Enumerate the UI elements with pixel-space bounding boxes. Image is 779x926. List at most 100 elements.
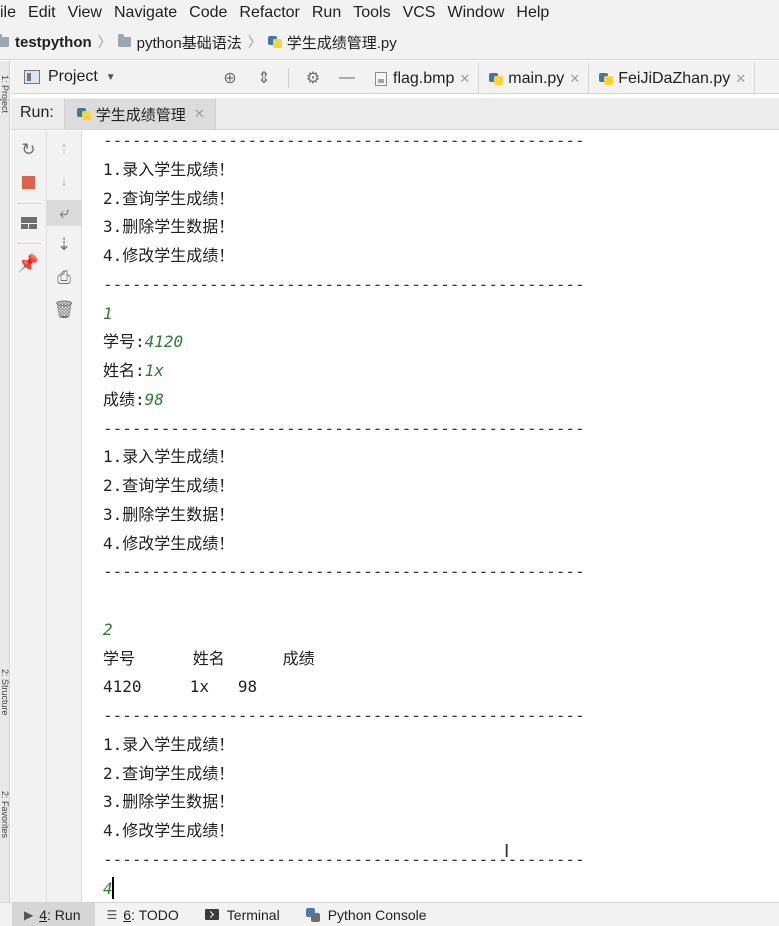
tool-window-run-num: 4 — [39, 906, 48, 923]
breadcrumb-file[interactable]: 学生成绩管理.py — [267, 32, 397, 53]
console-separator-line: ----------------------------------------… — [103, 849, 585, 869]
console-prompt: 学号: — [103, 332, 145, 352]
arrow-down-icon[interactable]: ↓ — [47, 168, 81, 194]
bmp-file-icon — [375, 72, 387, 86]
menu-refactor[interactable]: Refactor — [233, 0, 305, 25]
tab-feijidazhan-py[interactable]: FeiJiDaZhan.py ✕ — [589, 62, 756, 93]
console-line: 姓名:1x — [103, 361, 164, 381]
menu-run[interactable]: Run — [306, 0, 347, 25]
tool-window-todo-num: 6 — [123, 906, 132, 923]
console-line: 4120 1x 98 — [103, 677, 258, 697]
console-line: 学号:4120 — [103, 332, 183, 352]
breadcrumb-folder[interactable]: python基础语法 — [117, 32, 242, 53]
menu-tools[interactable]: Tools — [347, 0, 396, 25]
run-config-tab-label: 学生成绩管理 — [95, 106, 186, 124]
console-line: 3.删除学生数据！ — [103, 217, 235, 237]
menu-bar: ile Edit View Navigate Code Refactor Run… — [0, 0, 779, 25]
terminal-icon — [204, 909, 219, 920]
menu-window[interactable]: Window — [441, 0, 510, 25]
gear-icon[interactable]: ⚙ — [303, 68, 323, 88]
console-user-input: 98 — [144, 389, 164, 409]
console-output[interactable]: I --------------------------------------… — [83, 131, 779, 902]
breadcrumb-file-label: 学生成绩管理.py — [286, 34, 397, 52]
vertical-tab-favorites[interactable]: 2: Favorites — [0, 791, 10, 896]
console-user-input: 1x — [144, 361, 164, 380]
menu-navigate[interactable]: Navigate — [108, 0, 183, 25]
crosshair-icon[interactable]: ⊕ — [220, 68, 240, 88]
console-separator-line: ----------------------------------------… — [103, 706, 585, 725]
scroll-to-end-icon[interactable]: ⇣ — [47, 232, 81, 258]
run-icon: ▶ — [24, 907, 34, 922]
console-line: 3.删除学生数据！ — [103, 504, 235, 524]
project-view-selector[interactable]: Project — [48, 68, 98, 86]
menu-vcs[interactable]: VCS — [397, 0, 442, 25]
console-line: 4.修改学生成绩！ — [103, 246, 235, 265]
tab-label: flag.bmp — [393, 70, 455, 87]
tool-window-run[interactable]: ▶ 4: Run — [12, 902, 95, 926]
console-line: 3.删除学生数据！ — [103, 792, 235, 812]
close-icon[interactable]: ✕ — [194, 106, 205, 122]
breadcrumb-separator-icon: 〉 — [247, 34, 262, 50]
tool-window-todo[interactable]: ☰ 6: TODO — [95, 903, 193, 926]
breadcrumb: testpython 〉 python基础语法 〉 学生成绩管理.py — [0, 25, 779, 60]
vertical-tab-project[interactable]: 1: Project — [0, 75, 10, 135]
python-file-icon — [599, 72, 614, 86]
close-icon[interactable]: ✕ — [459, 71, 470, 87]
folder-icon — [117, 34, 131, 47]
tool-window-python-console[interactable]: Python Console — [294, 903, 441, 926]
menu-code[interactable]: Code — [183, 0, 233, 25]
project-view-icon — [24, 70, 40, 84]
menu-file[interactable]: ile — [0, 0, 22, 25]
trash-icon[interactable]: 🗑 — [47, 297, 81, 323]
menu-edit[interactable]: Edit — [22, 0, 62, 25]
run-config-tab[interactable]: 学生成绩管理 ✕ — [63, 99, 216, 129]
console-line: 学号 姓名 成绩 — [103, 648, 315, 668]
run-toolbar-primary: ↻ 📌 — [11, 131, 47, 902]
arrow-up-icon[interactable]: ↑ — [47, 135, 81, 161]
tool-window-terminal-label: Terminal — [226, 906, 280, 923]
vertical-tab-structure[interactable]: 2: Structure — [0, 669, 10, 769]
restore-layout-icon[interactable] — [11, 210, 46, 236]
tab-flag-bmp[interactable]: flag.bmp ✕ — [365, 62, 480, 93]
console-line: 1.录入学生成绩！ — [103, 159, 235, 179]
console-separator-line: ----------------------------------------… — [103, 562, 585, 582]
soft-wrap-icon[interactable]: ⤶ — [47, 200, 81, 226]
run-panel-header: Run: 学生成绩管理 ✕ — [11, 98, 779, 130]
stop-icon[interactable] — [11, 169, 46, 195]
toolbar-divider — [288, 67, 289, 88]
python-file-icon — [489, 72, 504, 86]
print-icon[interactable]: ⎙ — [47, 265, 81, 291]
console-prompt: 成绩: — [103, 389, 145, 409]
console-user-input: 4120 — [144, 332, 184, 352]
menu-view[interactable]: View — [62, 0, 108, 25]
editor-tabs: flag.bmp ✕ main.py ✕ FeiJiDaZhan.py ✕ — [365, 61, 779, 94]
python-console-icon — [305, 907, 320, 922]
pin-icon[interactable]: 📌 — [11, 251, 46, 277]
console-user-input: 4 — [103, 878, 113, 898]
console-line: 4.修改学生成绩！ — [103, 821, 235, 840]
todo-list-icon: ☰ — [106, 907, 118, 922]
close-icon[interactable]: ✕ — [735, 71, 746, 87]
console-line: 4.修改学生成绩！ — [103, 533, 235, 553]
breadcrumb-project-label: testpython — [15, 33, 92, 51]
menu-help[interactable]: Help — [510, 0, 555, 25]
console-line: 成绩:98 — [103, 390, 164, 410]
chevron-down-icon[interactable]: ▼ — [106, 72, 116, 83]
tool-window-terminal[interactable]: Terminal — [193, 903, 294, 926]
rerun-icon[interactable]: ↻ — [11, 137, 46, 163]
console-line: 2.查询学生成绩！ — [103, 476, 235, 495]
collapse-icon[interactable]: ⇕ — [254, 68, 274, 88]
console-separator-line: ----------------------------------------… — [103, 418, 585, 438]
breadcrumb-project[interactable]: testpython — [0, 34, 92, 51]
close-icon[interactable]: ✕ — [569, 71, 580, 87]
console-separator-line: ----------------------------------------… — [103, 131, 585, 150]
python-file-icon — [76, 107, 91, 121]
console-line: 1.录入学生成绩！ — [103, 447, 235, 467]
minimize-icon[interactable]: — — [337, 68, 357, 88]
toolbar-divider — [17, 203, 41, 204]
tab-main-py[interactable]: main.py ✕ — [479, 62, 590, 93]
bottom-tool-bar: ▶ 4: Run ☰ 6: TODO Terminal Python Conso… — [0, 902, 779, 926]
left-tool-strip: 1: Project 2: Structure 2: Favorites — [0, 61, 10, 902]
console-line: 1.录入学生成绩！ — [103, 734, 235, 754]
project-panel-tools: ⊕ ⇕ ⚙ — — [220, 61, 357, 94]
